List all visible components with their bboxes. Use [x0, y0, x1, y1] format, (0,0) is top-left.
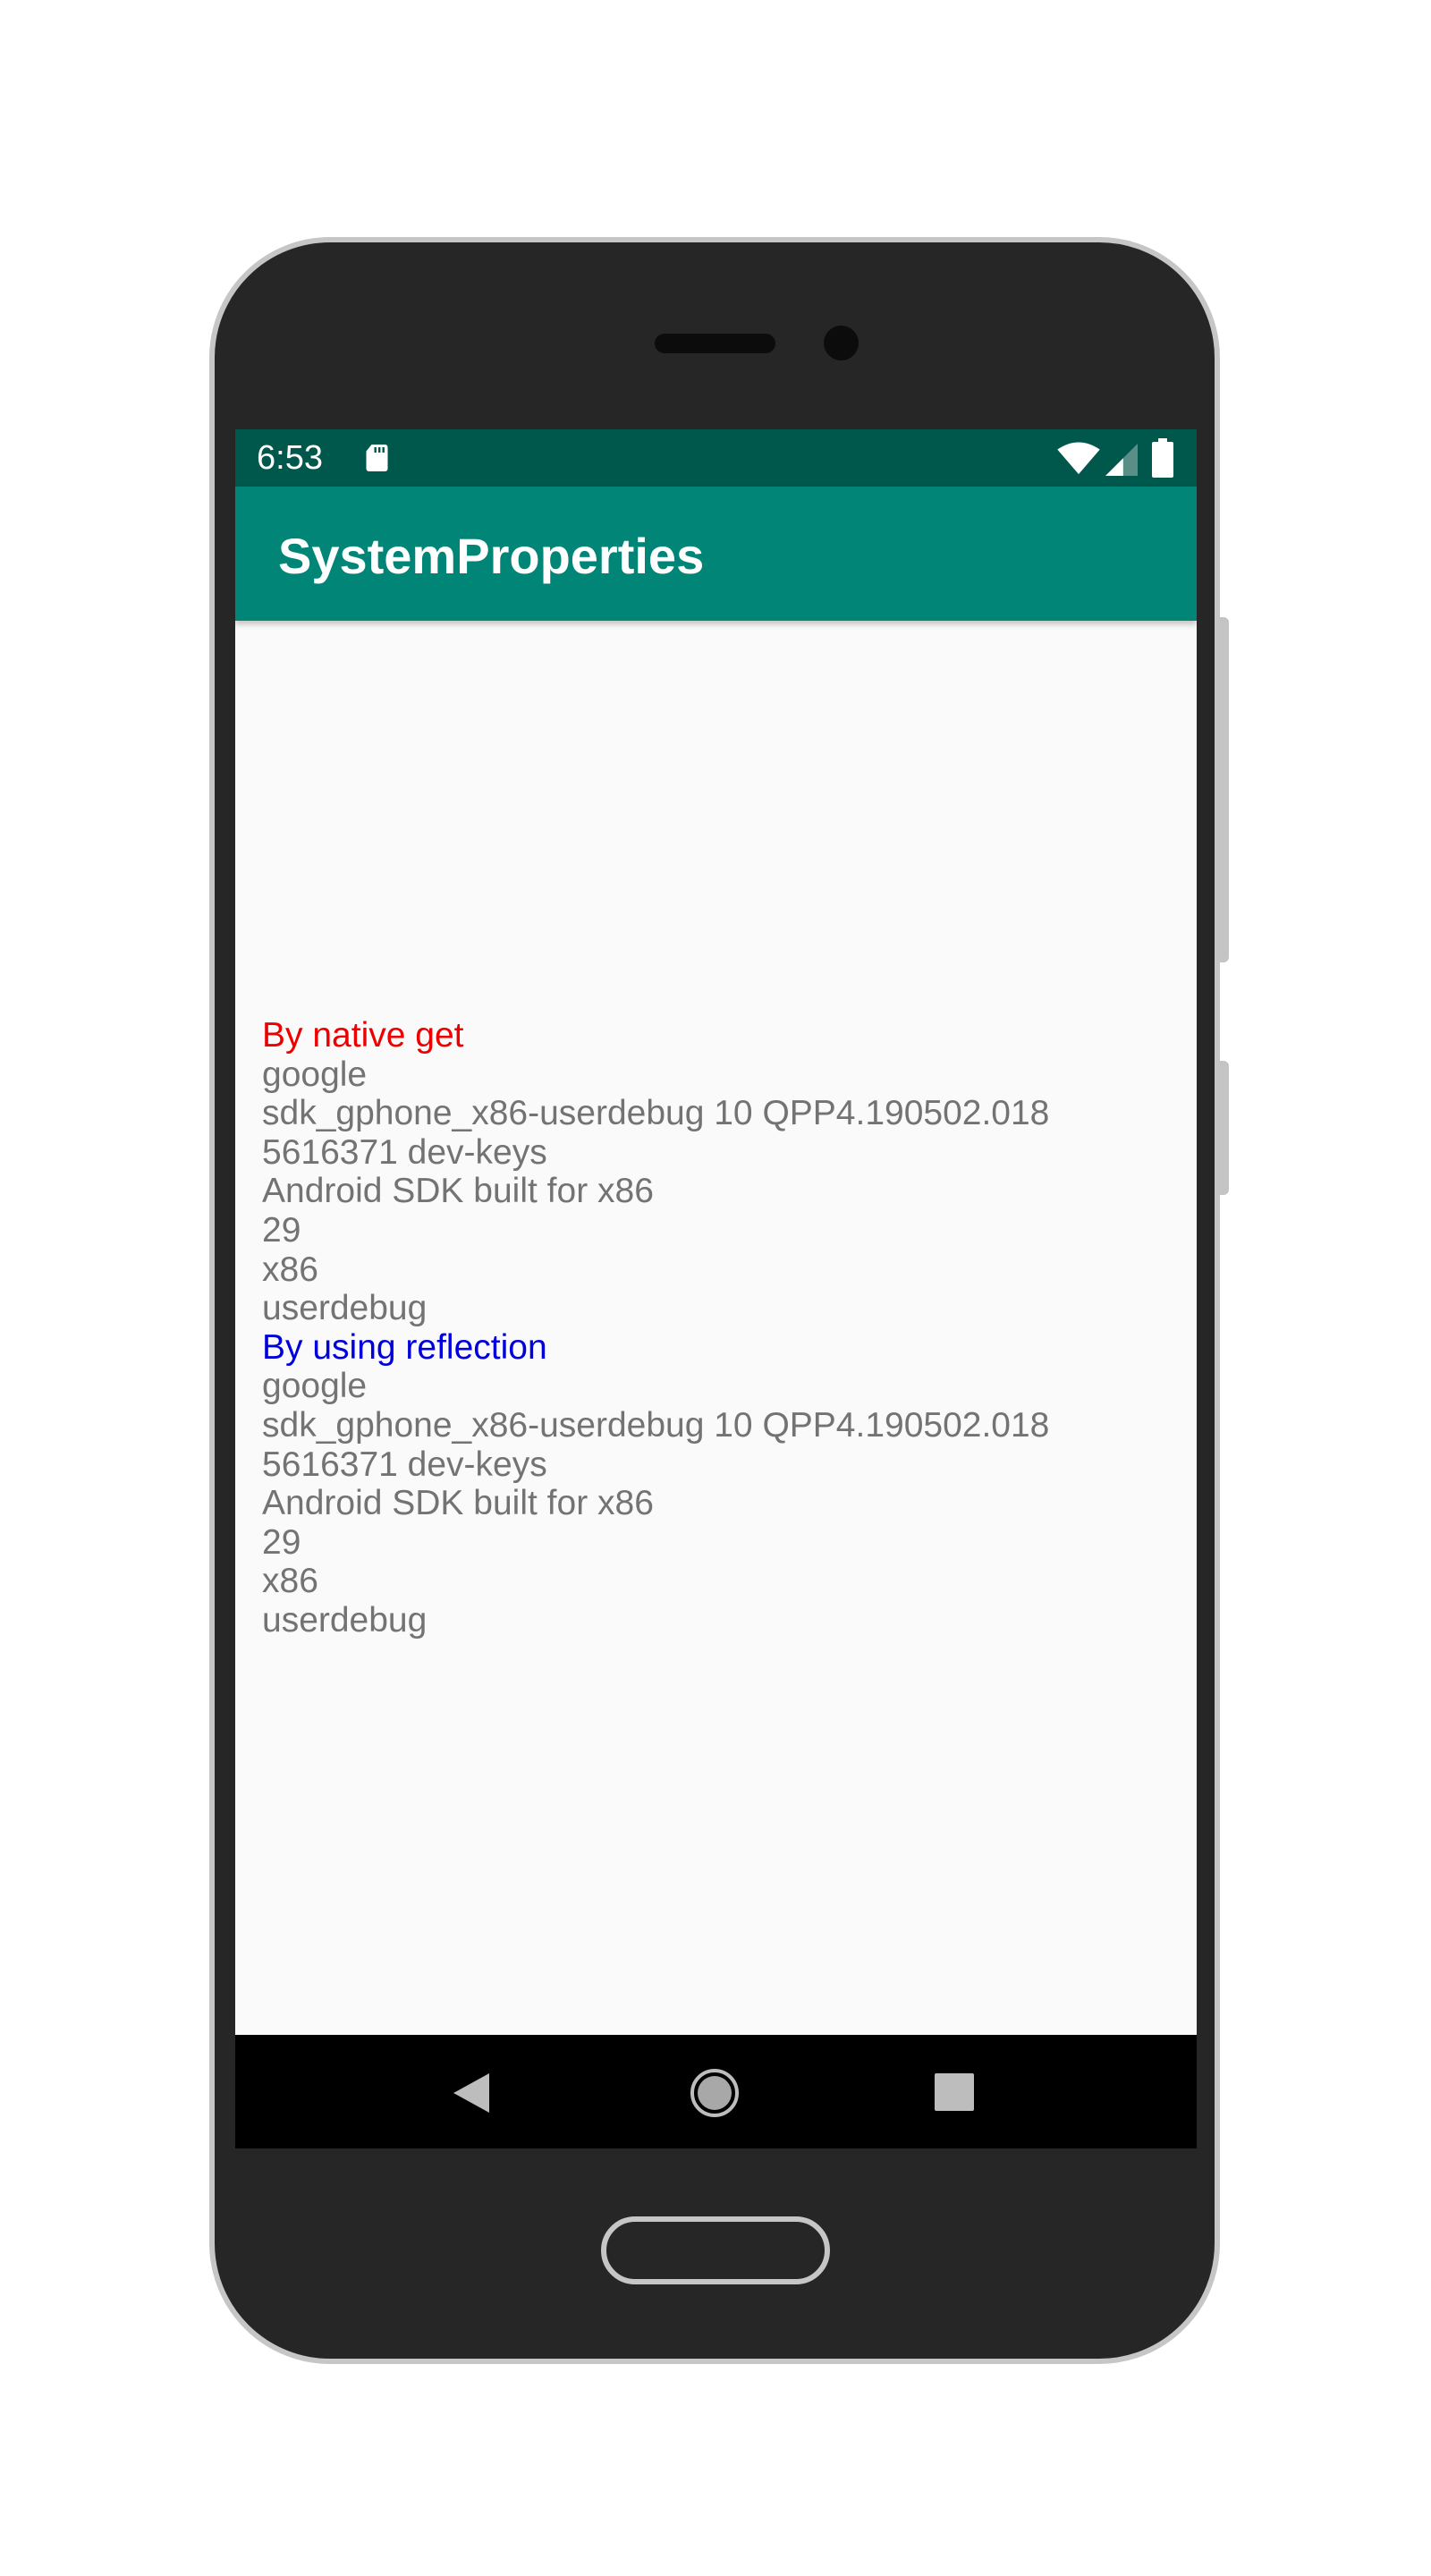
reflection-header: By using reflection	[262, 1327, 547, 1367]
native-get-header: By native get	[262, 1016, 464, 1055]
cell-signal-icon	[1105, 444, 1138, 476]
native-build-type: userdebug	[262, 1289, 428, 1328]
battery-icon	[1152, 438, 1173, 478]
recents-icon[interactable]	[935, 2073, 974, 2111]
back-icon[interactable]	[450, 2071, 495, 2115]
native-sdk-version: 29	[262, 1210, 301, 1250]
app-title: SystemProperties	[278, 528, 705, 584]
status-time: 6:53	[257, 439, 323, 477]
native-fingerprint-line2: 5616371 dev-keys	[262, 1132, 547, 1172]
reflection-fingerprint-line1: sdk_gphone_x86-userdebug 10 QPP4.190502.…	[262, 1405, 1050, 1445]
wifi-icon	[1057, 442, 1100, 475]
app-bar: SystemProperties	[235, 487, 1197, 621]
reflection-model: Android SDK built for x86	[262, 1484, 654, 1523]
navigation-bar	[235, 2035, 1197, 2148]
status-bar: 6:53	[235, 429, 1197, 487]
device-frame: 6:53 SystemProperties By native get goog…	[0, 0, 1431, 2576]
properties-text: By native get google sdk_gphone_x86-user…	[262, 1016, 1174, 1640]
native-model: Android SDK built for x86	[262, 1172, 654, 1211]
reflection-brand: google	[262, 1367, 368, 1406]
reflection-fingerprint-line2: 5616371 dev-keys	[262, 1445, 547, 1484]
front-camera	[824, 326, 859, 360]
sd-card-icon	[366, 445, 388, 471]
reflection-abi: x86	[262, 1562, 318, 1601]
hardware-home-button[interactable]	[601, 2216, 830, 2284]
home-icon[interactable]	[690, 2068, 740, 2118]
reflection-sdk-version: 29	[262, 1522, 301, 1562]
reflection-build-type: userdebug	[262, 1600, 428, 1640]
native-brand: google	[262, 1055, 368, 1094]
earpiece-speaker	[655, 334, 775, 353]
native-fingerprint-line1: sdk_gphone_x86-userdebug 10 QPP4.190502.…	[262, 1094, 1050, 1133]
screen: 6:53 SystemProperties By native get goog…	[235, 429, 1197, 2148]
native-abi: x86	[262, 1250, 318, 1289]
